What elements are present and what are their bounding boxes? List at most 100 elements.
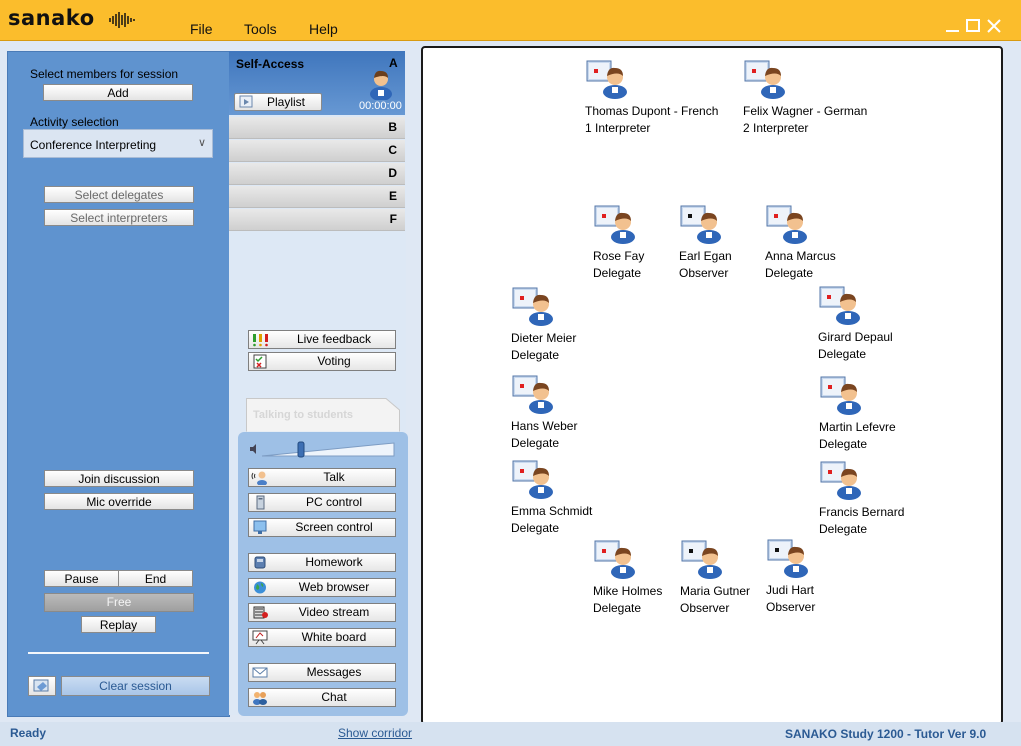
talk-icon	[251, 471, 267, 485]
student-workstation-icon	[512, 375, 553, 414]
select-members-label: Select members for session	[30, 67, 179, 81]
sound-wave-logo-icon	[109, 12, 135, 28]
end-button[interactable]: End	[118, 570, 193, 587]
student-role: Delegate	[765, 266, 814, 280]
globe-icon	[254, 581, 266, 594]
messages-button[interactable]: Messages	[248, 663, 396, 682]
close-icon[interactable]	[985, 18, 1003, 34]
voting-button[interactable]: Voting	[248, 352, 396, 371]
student-workstation-icon	[594, 205, 635, 244]
divider	[28, 652, 209, 654]
student-name: Anna Marcus	[765, 249, 836, 263]
tab-b-label: B	[388, 120, 397, 134]
talk-button[interactable]: Talk	[248, 468, 396, 487]
student-name: Judi Hart	[766, 583, 815, 597]
student-role: Delegate	[511, 348, 560, 362]
chat-label: Chat	[321, 690, 347, 704]
student-role: 1 Interpreter	[585, 121, 651, 135]
minimize-icon[interactable]	[944, 18, 962, 34]
talk-label: Talk	[323, 470, 345, 484]
volume-slider[interactable]	[248, 441, 398, 459]
student-workstation-icon	[767, 539, 808, 578]
student-name: Rose Fay	[593, 249, 645, 263]
white-board-button[interactable]: White board	[248, 628, 396, 647]
student-workstation-icon	[766, 205, 807, 244]
screen-control-label: Screen control	[295, 520, 373, 534]
student-name: Francis Bernard	[819, 505, 905, 519]
show-corridor-link[interactable]: Show corridor	[338, 726, 412, 740]
live-feedback-button[interactable]: Live feedback	[248, 330, 396, 349]
student-name: Maria Gutner	[680, 584, 751, 598]
whiteboard-icon	[252, 630, 268, 645]
tab-f-label: F	[389, 212, 397, 226]
homework-icon	[254, 556, 266, 569]
student-workstation-icon	[680, 205, 721, 244]
join-discussion-button[interactable]: Join discussion	[44, 470, 194, 487]
activity-dropdown-value: Conference Interpreting	[30, 138, 157, 152]
student-name: Girard Depaul	[818, 330, 893, 344]
pause-button[interactable]: Pause	[44, 570, 119, 587]
menu-file[interactable]: File	[190, 21, 213, 37]
homework-button[interactable]: Homework	[248, 553, 396, 572]
student-name: Felix Wagner - German	[743, 104, 868, 118]
select-interpreters-button[interactable]: Select interpreters	[44, 209, 194, 226]
chat-button[interactable]: Chat	[248, 688, 396, 707]
student-role: Delegate	[818, 347, 867, 361]
student-role: Observer	[766, 600, 816, 614]
student-role: Observer	[679, 266, 729, 280]
student-name: Dieter Meier	[511, 331, 577, 345]
student-name: Mike Holmes	[593, 584, 663, 598]
voting-label: Voting	[317, 354, 351, 368]
video-stream-label: Video stream	[298, 605, 370, 619]
student-role: Delegate	[593, 266, 642, 280]
white-board-label: White board	[301, 630, 367, 644]
student-workstation-icon	[744, 60, 785, 99]
title-bar	[0, 0, 1021, 41]
homework-label: Homework	[305, 555, 363, 569]
video-stream-button[interactable]: Video stream	[248, 603, 396, 622]
self-access-timer: 00:00:00	[359, 100, 402, 112]
student-workstation-icon	[681, 540, 722, 579]
mic-override-button[interactable]: Mic override	[44, 493, 194, 510]
classroom-layout-canvas	[421, 46, 1003, 725]
tab-e-label: E	[388, 189, 397, 203]
clear-session-button[interactable]: Clear session	[61, 676, 210, 696]
messages-label: Messages	[306, 665, 362, 679]
student-workstation-icon	[586, 60, 627, 99]
student-name: Martin Lefevre	[819, 420, 896, 434]
free-button[interactable]: Free	[44, 593, 194, 612]
maximize-icon[interactable]	[964, 18, 982, 34]
tab-c-label: C	[388, 143, 397, 157]
tab-e[interactable]: E	[229, 186, 405, 208]
student-name: Hans Weber	[511, 419, 578, 433]
chevron-down-icon: ∨	[197, 137, 206, 149]
pc-control-button[interactable]: PC control	[248, 493, 396, 512]
web-browser-button[interactable]: Web browser	[248, 578, 396, 597]
student-role: Delegate	[511, 521, 560, 535]
replay-button[interactable]: Replay	[81, 616, 156, 633]
sanako-logo: sanako	[8, 6, 95, 30]
tab-d-label: D	[388, 166, 397, 180]
tab-b[interactable]: B	[229, 117, 405, 139]
clear-session-icon-button[interactable]	[28, 676, 56, 696]
menu-tools[interactable]: Tools	[244, 21, 277, 37]
student-workstation-icon	[819, 286, 860, 325]
student-workstation-icon	[820, 461, 861, 500]
screen-control-button[interactable]: Screen control	[248, 518, 396, 537]
tab-d[interactable]: D	[229, 163, 405, 185]
student-role: Delegate	[819, 437, 868, 451]
tab-c[interactable]: C	[229, 140, 405, 162]
add-button[interactable]: Add	[43, 84, 193, 101]
select-delegates-button[interactable]: Select delegates	[44, 186, 194, 203]
live-feedback-label: Live feedback	[296, 332, 372, 346]
video-stream-icon	[253, 606, 268, 619]
tab-f[interactable]: F	[229, 209, 405, 231]
student-name: Earl Egan	[679, 249, 732, 263]
menu-help[interactable]: Help	[309, 21, 338, 37]
pc-tower-icon	[256, 495, 265, 510]
feedback-icon	[253, 334, 268, 347]
activity-dropdown[interactable]: Conference Interpreting ∨	[23, 129, 213, 158]
student-role: Delegate	[593, 601, 642, 615]
self-access-title: Self-Access	[236, 57, 305, 71]
student-workstation-icon	[512, 460, 553, 499]
